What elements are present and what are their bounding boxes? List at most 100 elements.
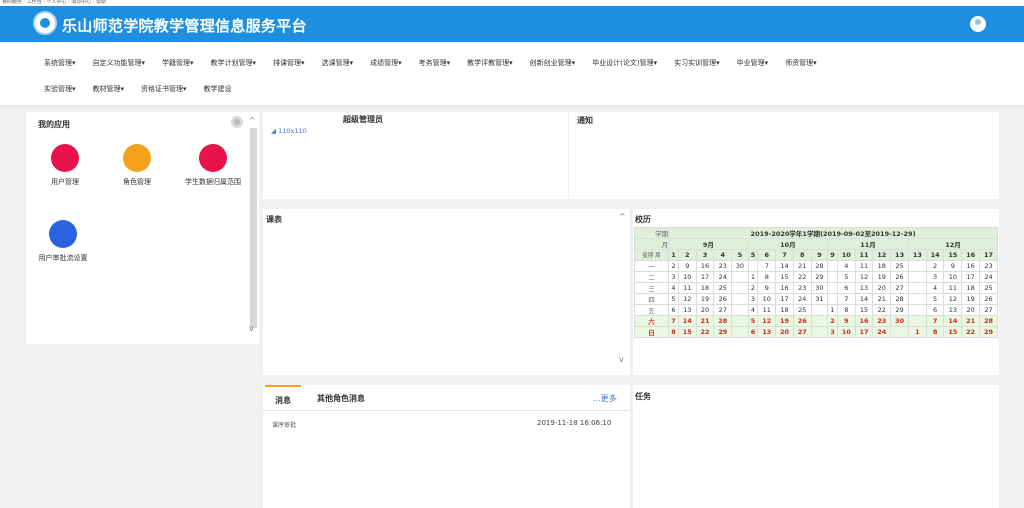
tab-messages[interactable]: 消息: [265, 385, 301, 411]
nav-item[interactable]: 自定义功能管理▾: [93, 58, 146, 68]
app-user-management[interactable]: 用户管理: [40, 144, 90, 187]
calendar-day-cell: 17: [854, 325, 874, 338]
calendar-day-cell: 18: [695, 281, 715, 294]
calendar-day-cell: 17: [695, 270, 715, 283]
calendar-day-cell: 10: [677, 270, 697, 283]
scroll-up-icon[interactable]: ^: [249, 116, 256, 125]
calendar-weekday: 六: [633, 314, 670, 327]
nav-item[interactable]: 实习实训管理▾: [674, 58, 720, 68]
calendar-day-cell: 20: [775, 325, 794, 338]
calendar-day-cell: 24: [979, 270, 998, 283]
calendar-day-cell: 10: [836, 325, 856, 338]
calendar-day-cell: 27: [890, 281, 909, 294]
scroll-down-icon[interactable]: v: [619, 355, 624, 364]
app-label: 学生数据归属范围: [185, 178, 241, 186]
calendar-day-cell: 12: [943, 292, 963, 305]
calendar-day-cell: 19: [961, 292, 981, 305]
nav-item[interactable]: 排课管理▾: [273, 58, 305, 68]
calendar-day-cell: 1: [827, 303, 838, 316]
calendar-day-cell: [731, 270, 749, 283]
grid-icon: [49, 220, 77, 248]
message-item-text[interactable]: 课序审批: [272, 420, 296, 429]
calendar-day-cell: 7: [757, 259, 777, 272]
calendar-day-cell: 25: [713, 281, 733, 294]
calendar-week-number: 16: [961, 249, 981, 261]
tab-other-role-messages[interactable]: 其他角色消息: [317, 385, 365, 411]
admin-link[interactable]: ◢ 110x110: [271, 127, 307, 135]
nav-item[interactable]: 创新创业管理▾: [530, 58, 576, 68]
calendar-day-cell: 28: [713, 314, 733, 327]
calendar-weekday: 四: [633, 292, 670, 305]
calendar-day-cell: 8: [925, 325, 945, 338]
nav-item[interactable]: 师资管理▾: [785, 58, 817, 68]
calendar-day-cell: 27: [713, 303, 733, 316]
calendar-day-cell: 25: [792, 303, 812, 316]
app-label: 用户审批流设置: [38, 254, 88, 262]
calendar-day-cell: 11: [757, 303, 777, 316]
nav-item[interactable]: 教学评教管理▾: [467, 58, 513, 68]
nav-item[interactable]: 教学建设: [204, 84, 232, 94]
calendar-day-cell: 22: [961, 325, 981, 338]
app-approval-flow[interactable]: 用户审批流设置: [32, 220, 94, 263]
my-apps-panel: 我的应用 ^ v 用户管理 角色管理 学生数据归属范围 用户审批流设置: [26, 112, 259, 344]
calendar-day-cell: 2: [747, 281, 759, 294]
calendar-month: 9月: [668, 238, 749, 250]
app-role-management[interactable]: 角色管理: [112, 144, 162, 187]
nav-row-2: 实验管理▾ 教材管理▾ 资格证书管理▾ 教学建设: [44, 76, 1024, 102]
nav-item[interactable]: 选课管理▾: [322, 58, 354, 68]
user-avatar-icon[interactable]: [970, 16, 986, 32]
logo-icon: [33, 11, 57, 35]
calendar-day-cell: [827, 270, 838, 283]
week-label-text: 周: [655, 252, 661, 259]
calendar-day-cell: [907, 270, 927, 283]
calendar-day-cell: 18: [872, 259, 892, 272]
calendar-day-cell: 4: [747, 303, 759, 316]
calendar-day-cell: 9: [677, 259, 697, 272]
admin-panel: 超级管理员 ◢ 110x110: [263, 112, 568, 199]
clipboard-icon: [123, 144, 151, 172]
calendar-day-cell: [731, 281, 749, 294]
calendar-day-cell: 1: [907, 325, 927, 338]
calendar-day-cell: 23: [713, 259, 733, 272]
calendar-day-cell: 22: [695, 325, 715, 338]
apps-scrollbar[interactable]: [250, 128, 257, 328]
calendar-week-number: 6: [757, 249, 777, 261]
gear-icon[interactable]: [231, 116, 243, 128]
calendar-day-cell: 22: [872, 303, 892, 316]
calendar-day-cell: 17: [775, 292, 794, 305]
calendar-day-cell: 25: [890, 259, 909, 272]
calendar-day-cell: 22: [792, 270, 812, 283]
app-label: 用户管理: [51, 178, 79, 186]
calendar-day-cell: 26: [890, 270, 909, 283]
scroll-down-icon[interactable]: v: [249, 324, 254, 333]
nav-item[interactable]: 资格证书管理▾: [141, 84, 187, 94]
calendar-day-cell: 10: [757, 292, 777, 305]
calendar-week-number: 5: [747, 249, 759, 261]
scroll-up-icon[interactable]: ^: [619, 212, 626, 221]
calendar-day-cell: 9: [943, 259, 963, 272]
admin-link-text[interactable]: 110x110: [278, 127, 307, 135]
nav-item[interactable]: 教学计划管理▾: [211, 58, 257, 68]
calendar-day-cell: 30: [810, 281, 829, 294]
nav-item[interactable]: 毕业设计(论文)管理▾: [592, 58, 657, 68]
calendar-day-cell: 2: [827, 314, 838, 327]
calendar-day-cell: 14: [854, 292, 874, 305]
calendar-day-cell: 21: [872, 292, 892, 305]
app-student-data-scope[interactable]: 学生数据归属范围: [178, 144, 248, 187]
schedule-title: 课表: [266, 215, 282, 224]
nav-item[interactable]: 成绩管理▾: [370, 58, 402, 68]
nav-item[interactable]: 学籍管理▾: [162, 58, 194, 68]
nav-item[interactable]: 教材管理▾: [93, 84, 125, 94]
nav-item[interactable]: 系统管理▾: [44, 58, 76, 68]
calendar-week-number: 15: [943, 249, 963, 261]
more-link[interactable]: ...更多: [593, 385, 617, 411]
nav-item[interactable]: 考务管理▾: [419, 58, 451, 68]
nav-item[interactable]: 毕业管理▾: [737, 58, 769, 68]
calendar-day-cell: 8: [757, 270, 777, 283]
calendar-day-cell: 6: [925, 303, 945, 316]
calendar-day-cell: 24: [872, 325, 892, 338]
calendar-weekday: 二: [633, 270, 670, 283]
nav-item[interactable]: 实验管理▾: [44, 84, 76, 94]
calendar-day-cell: 5: [836, 270, 856, 283]
calendar-day-cell: 23: [872, 314, 892, 327]
